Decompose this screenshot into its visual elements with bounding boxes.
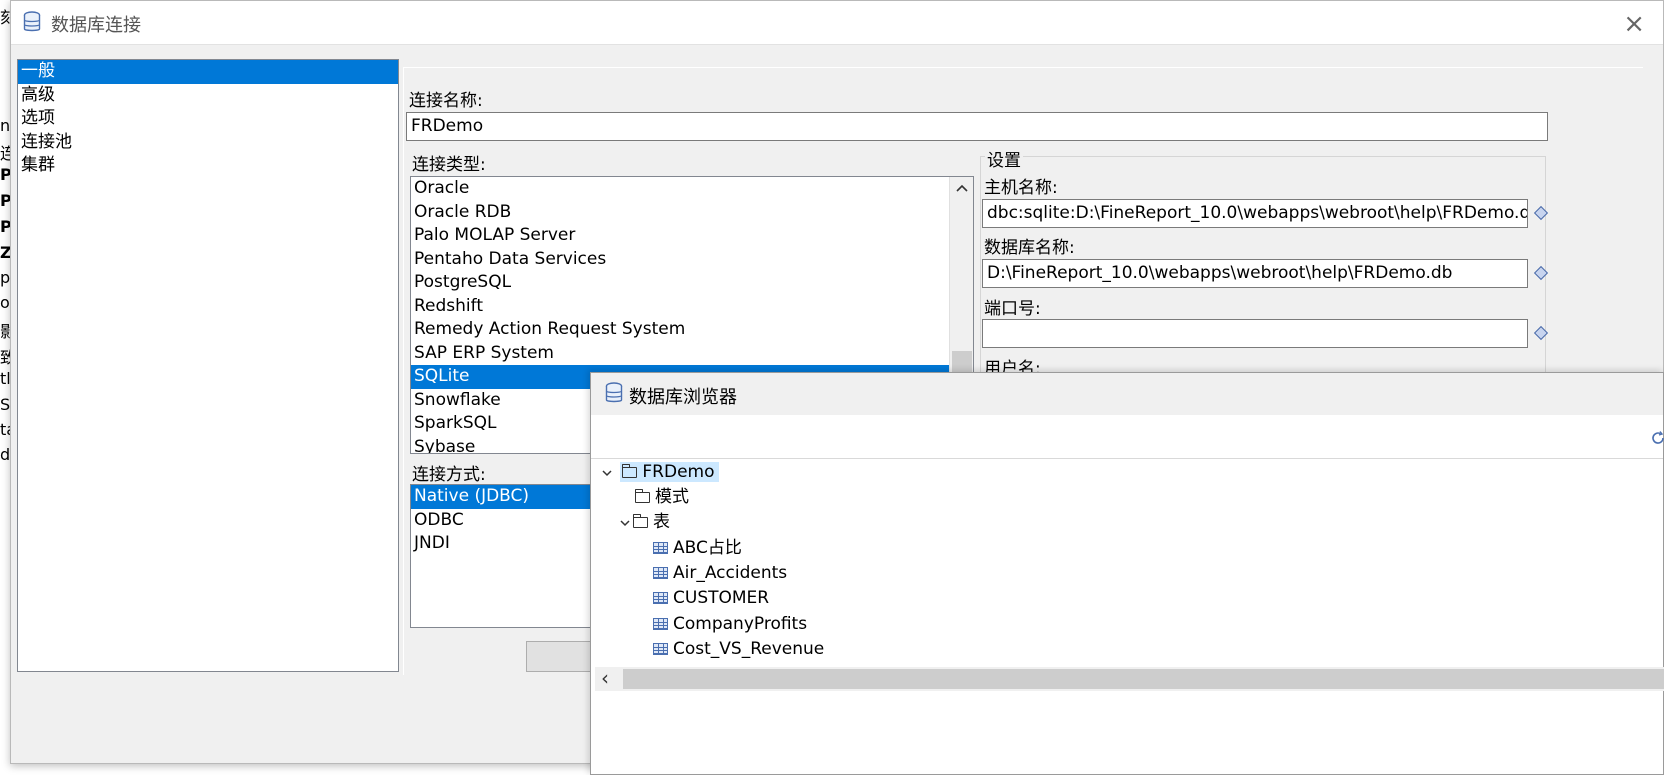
nav-item-advanced[interactable]: 高级	[18, 84, 398, 108]
list-item[interactable]: SAP ERP System	[411, 342, 973, 366]
table-name: Cost_VS_Revenue	[673, 639, 825, 659]
connection-name-label: 连接名称:	[409, 91, 483, 111]
horizontal-scrollbar[interactable]: ‹	[595, 667, 1664, 691]
table-name: Air_Accidents	[673, 563, 788, 583]
folder-icon	[634, 489, 650, 503]
nav-item-general[interactable]: 一般	[18, 60, 398, 84]
tree-node-schemas[interactable]: 模式	[634, 485, 689, 510]
chevron-down-icon[interactable]	[599, 461, 615, 486]
table-icon	[653, 567, 668, 579]
port-label: 端口号:	[984, 299, 1041, 319]
list-item[interactable]: Remedy Action Request System	[411, 318, 973, 342]
folder-icon	[622, 464, 638, 478]
tree-node-tables[interactable]: 表	[617, 510, 670, 535]
browser-titlebar[interactable]: 数据库浏览器	[591, 373, 1663, 415]
database-name-field[interactable]: D:\FineReport_10.0\webapps\webroot\help\…	[982, 259, 1528, 288]
scroll-up-icon[interactable]	[955, 182, 969, 197]
scroll-thumb[interactable]	[623, 669, 1664, 689]
table-icon	[653, 643, 668, 655]
nav-item-options[interactable]: 选项	[18, 107, 398, 131]
table-icon	[653, 592, 668, 604]
list-item[interactable]: Redshift	[411, 295, 973, 319]
access-method-list[interactable]: Native (JDBC) ODBC JNDI	[410, 484, 610, 628]
list-item-selected[interactable]: Native (JDBC)	[411, 485, 609, 509]
table-row[interactable]: CompanyProfits	[653, 612, 807, 637]
port-field[interactable]	[982, 319, 1528, 348]
close-icon[interactable]: ×	[1623, 9, 1645, 39]
host-label: 主机名称:	[984, 178, 1058, 198]
dialog-title: 数据库连接	[51, 15, 141, 36]
settings-category-list[interactable]: 一般 高级 选项 连接池 集群	[17, 59, 399, 672]
list-item[interactable]: Oracle RDB	[411, 201, 973, 225]
table-row[interactable]: Cost_VS_Revenue	[653, 637, 824, 662]
tree-node-label: 表	[653, 512, 670, 532]
database-name-label: 数据库名称:	[984, 238, 1075, 258]
table-row[interactable]: Air_Accidents	[653, 561, 787, 586]
list-item[interactable]: ODBC	[411, 509, 609, 533]
nav-item-cluster[interactable]: 集群	[18, 154, 398, 178]
chevron-down-icon[interactable]	[617, 511, 633, 536]
browser-toolbar	[591, 415, 1664, 459]
database-browser-window: 数据库浏览器 FRDemo 模式 表 ABC占比 Air_Accidents C…	[590, 372, 1664, 775]
access-method-label: 连接方式:	[412, 465, 486, 485]
list-item[interactable]: Pentaho Data Services	[411, 248, 973, 272]
settings-group-label: 设置	[985, 146, 1023, 171]
tree-node-label: FRDemo	[642, 462, 715, 482]
table-icon	[653, 542, 668, 554]
table-row[interactable]: CUSTOMER	[653, 586, 769, 611]
table-row[interactable]: ABC占比	[653, 536, 742, 561]
nav-item-pooling[interactable]: 连接池	[18, 131, 398, 155]
list-item[interactable]: JNDI	[411, 532, 609, 556]
scroll-left-icon[interactable]: ‹	[601, 667, 609, 689]
table-name: ABC占比	[673, 538, 742, 558]
list-item[interactable]: Palo MOLAP Server	[411, 224, 973, 248]
tree-node-database[interactable]: FRDemo	[599, 460, 719, 485]
list-item[interactable]: Oracle	[411, 177, 973, 201]
connection-type-label: 连接类型:	[412, 155, 486, 175]
browser-title: 数据库浏览器	[629, 387, 737, 408]
host-field[interactable]: dbc:sqlite:D:\FineReport_10.0\webapps\we…	[982, 199, 1528, 228]
database-icon	[23, 11, 41, 32]
refresh-icon[interactable]	[1651, 431, 1664, 445]
connection-name-field[interactable]: FRDemo	[406, 112, 1548, 141]
tree-node-label: 模式	[655, 487, 689, 507]
database-icon	[605, 382, 623, 403]
folder-icon	[632, 514, 648, 528]
table-icon	[653, 618, 668, 630]
dialog-titlebar[interactable]: 数据库连接 ×	[11, 1, 1663, 45]
table-name: CompanyProfits	[673, 614, 808, 634]
list-item[interactable]: PostgreSQL	[411, 271, 973, 295]
table-name: CUSTOMER	[673, 588, 770, 608]
